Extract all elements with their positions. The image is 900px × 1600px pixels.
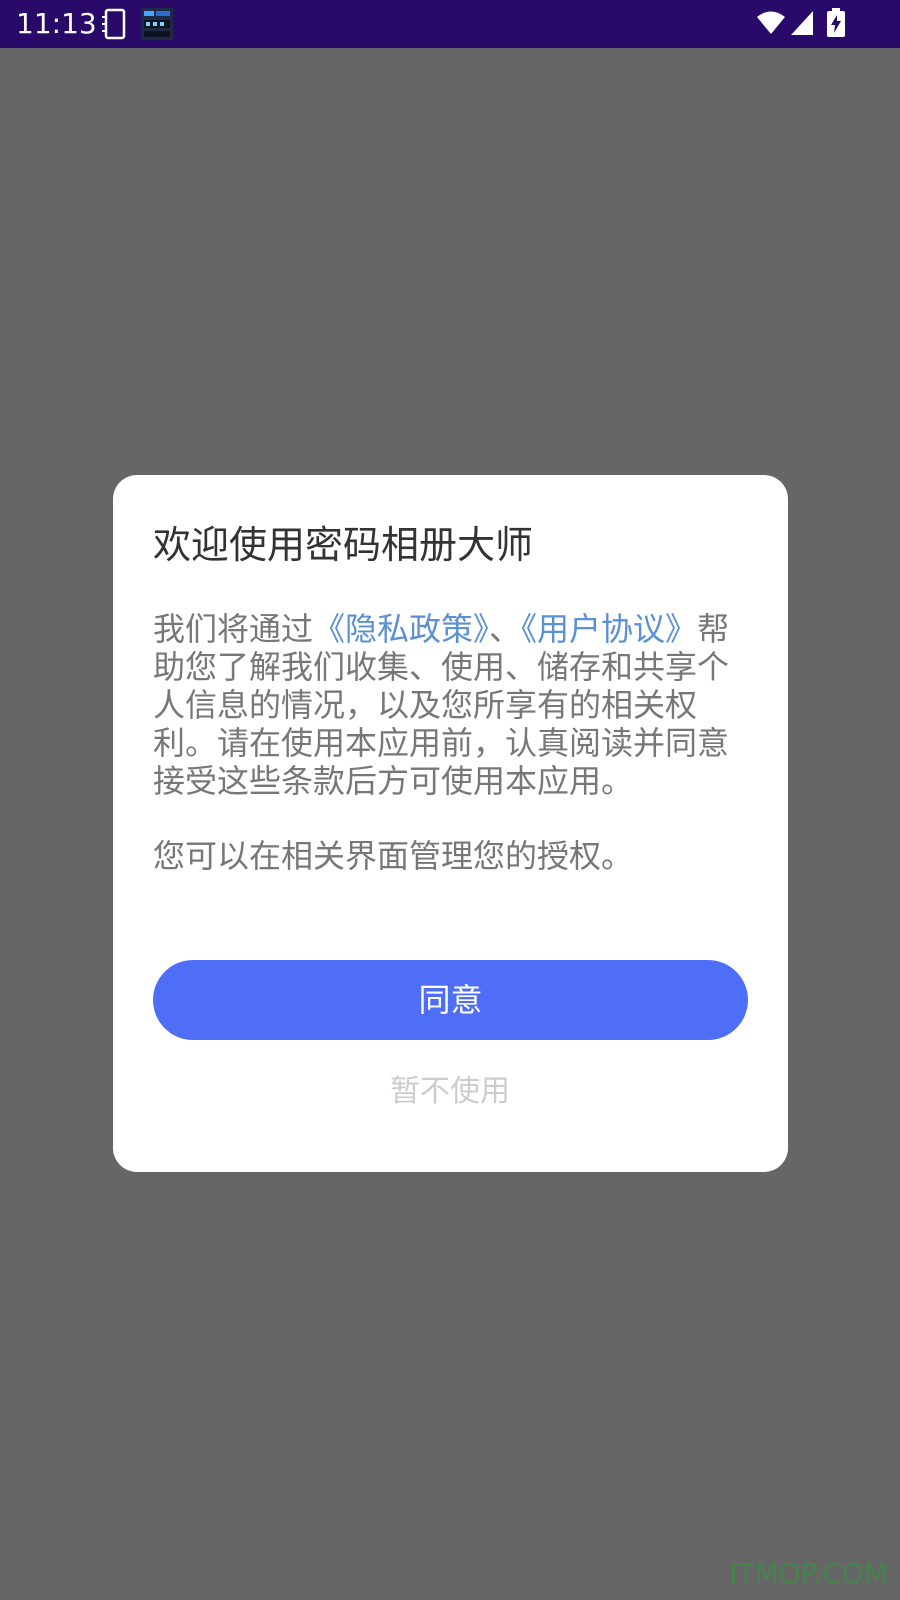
body-separator: 、: [489, 610, 522, 648]
decline-button[interactable]: 暂不使用: [330, 1067, 570, 1117]
wifi-icon: [757, 11, 785, 34]
dialog-title: 欢迎使用密码相册大师: [153, 523, 534, 567]
agree-button[interactable]: 同意: [153, 960, 748, 1040]
status-time: 11:13: [16, 7, 97, 40]
notification-icon: [141, 8, 173, 40]
privacy-policy-link[interactable]: 《隐私政策》: [313, 610, 489, 648]
signal-icon: [791, 11, 813, 35]
user-agreement-link[interactable]: 《用户协议》: [521, 610, 697, 648]
body-prefix: 我们将通过: [153, 610, 314, 648]
privacy-consent-dialog: 欢迎使用密码相册大师 我们将通过《隐私政策》、《用户协议》帮助您了解我们收集、使…: [113, 475, 788, 1172]
battery-charging-icon: [827, 8, 845, 37]
watermark: ITMOP.COM: [729, 1557, 888, 1590]
dialog-body: 我们将通过《隐私政策》、《用户协议》帮助您了解我们收集、使用、储存和共享个人信息…: [153, 610, 743, 800]
status-bar: 11:13: [0, 0, 900, 48]
notification-icon: [102, 8, 126, 40]
dialog-note: 您可以在相关界面管理您的授权。: [153, 837, 634, 875]
